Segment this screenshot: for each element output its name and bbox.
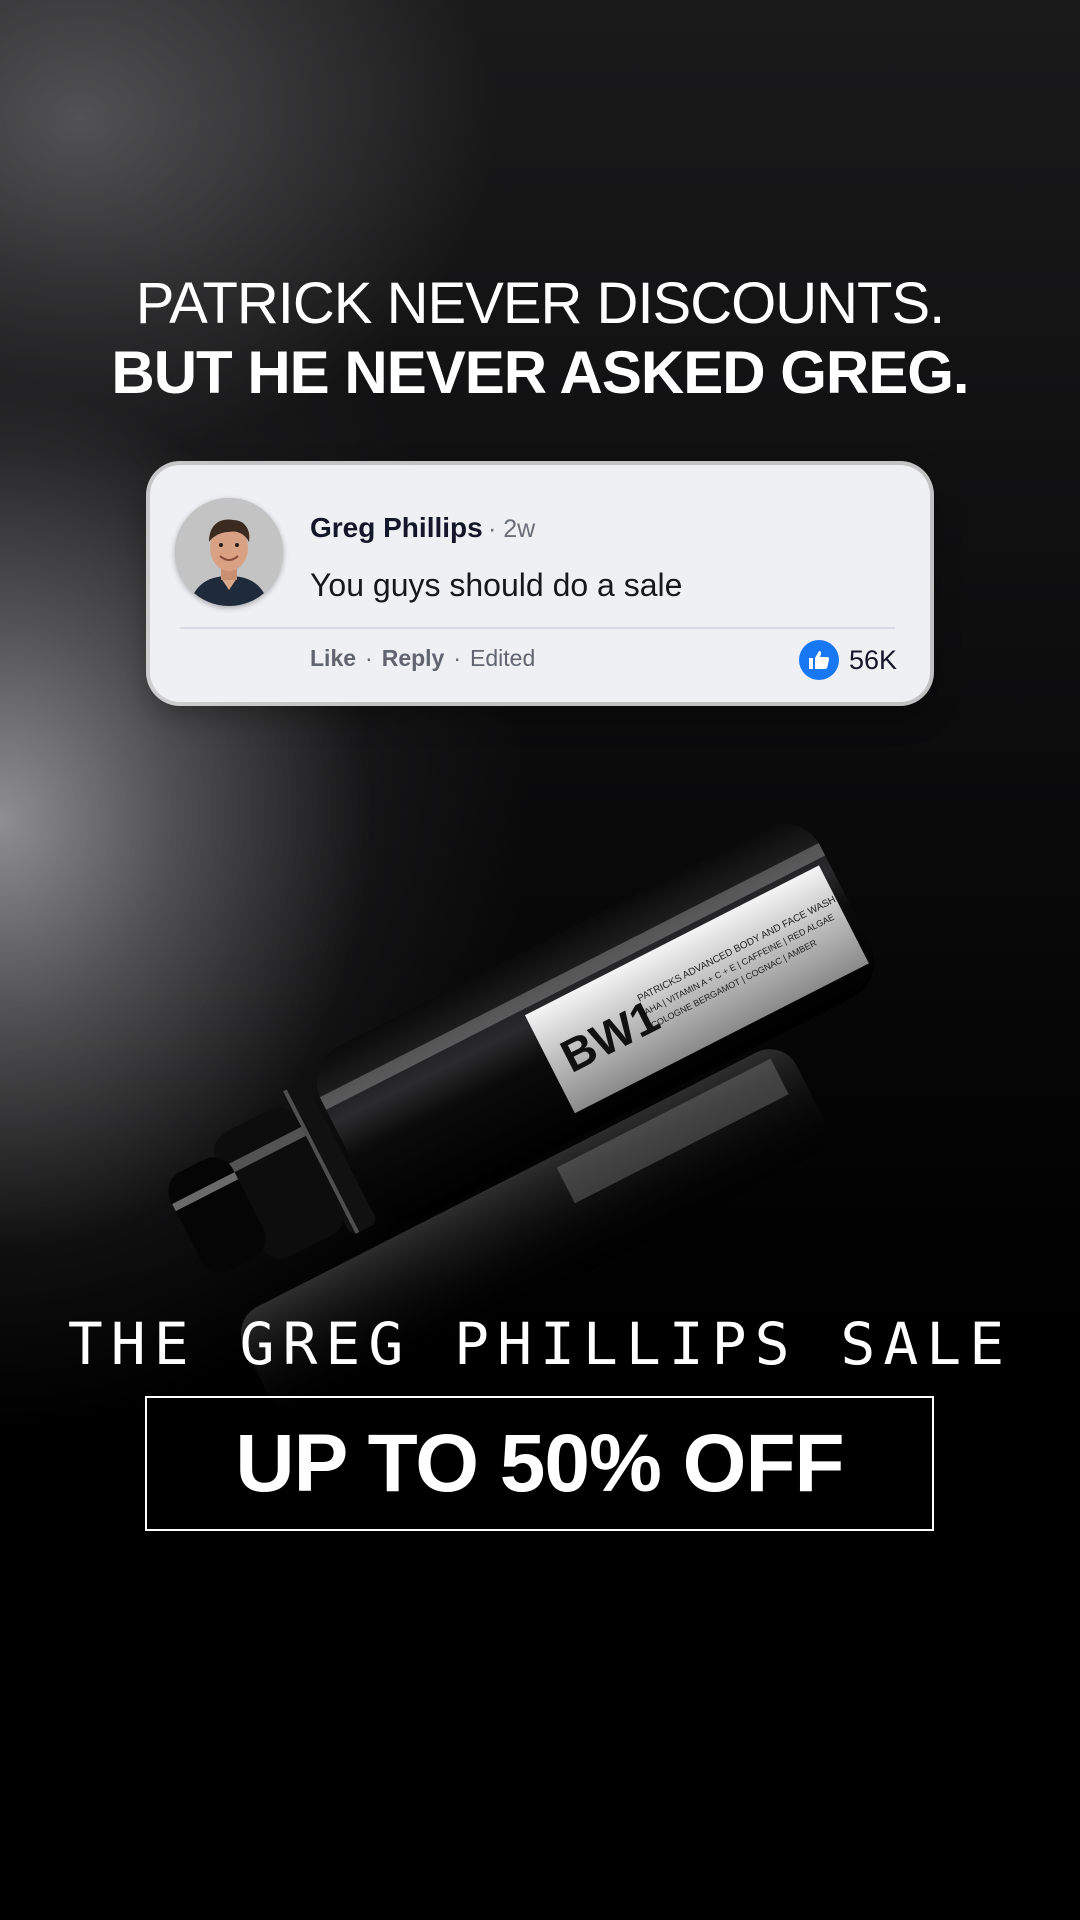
offer-banner[interactable]: UP TO 50% OFF [145, 1396, 934, 1531]
comment-actions: Like · Reply · Edited [310, 645, 535, 672]
reaction-count: 56K [848, 644, 897, 675]
ad-canvas: PATRICK NEVER DISCOUNTS. BUT HE NEVER AS… [0, 0, 1080, 1920]
comment-timestamp[interactable]: · 2w [488, 515, 535, 544]
comment-text: You guys should do a sale [310, 567, 683, 603]
edited-label: Edited [470, 645, 536, 671]
comment-author[interactable]: Greg Phillips [310, 512, 483, 544]
comment-card: Greg Phillips · 2w You guys should do a … [150, 465, 930, 702]
headline-line-2: BUT HE NEVER ASKED GREG. [111, 339, 969, 406]
reply-action[interactable]: Reply [382, 645, 445, 672]
comment-divider [180, 627, 895, 629]
separator-dot: · [453, 645, 462, 671]
sale-title: THE GREG PHILLIPS SALE [67, 1310, 1013, 1378]
thumbs-up-icon [798, 640, 839, 680]
separator-dot: · [365, 645, 373, 671]
like-action[interactable]: Like [310, 645, 356, 672]
reaction-summary[interactable]: 56K [798, 640, 897, 680]
headline-line-1: PATRICK NEVER DISCOUNTS. [135, 271, 946, 336]
offer-text: UP TO 50% OFF [235, 1417, 844, 1509]
avatar[interactable] [175, 498, 283, 606]
